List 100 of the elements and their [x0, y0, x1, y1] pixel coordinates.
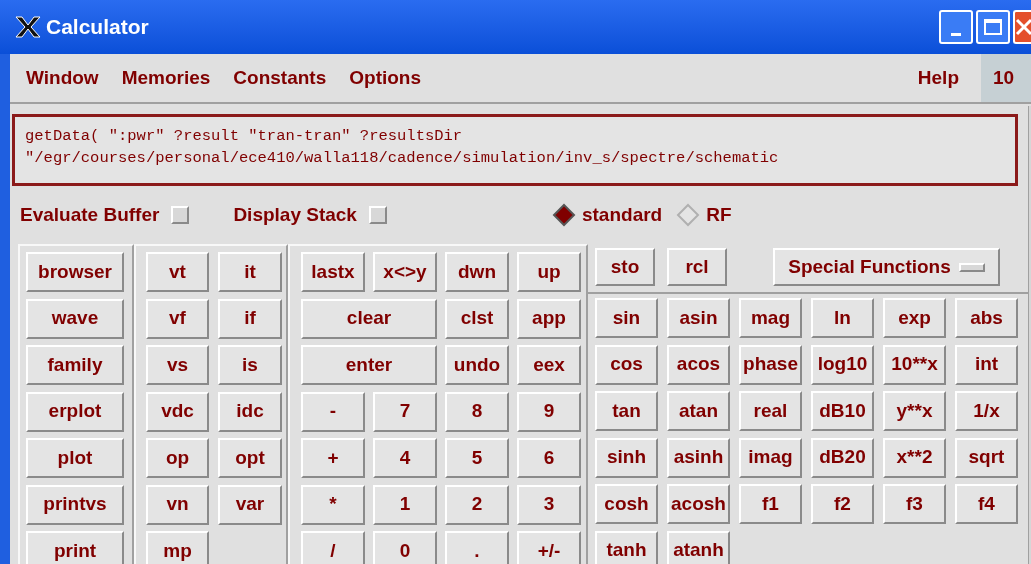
calculator-button[interactable]: enter: [301, 345, 437, 385]
calculator-button[interactable]: vf: [146, 298, 209, 339]
calculator-button[interactable]: acos: [667, 344, 730, 385]
calculator-button[interactable]: mp: [146, 531, 209, 564]
calculator-button[interactable]: printvs: [26, 484, 124, 525]
calculator-button[interactable]: print: [26, 531, 124, 564]
calculator-button[interactable]: var: [218, 484, 282, 525]
calculator-button[interactable]: y**x: [883, 391, 946, 431]
calculator-button[interactable]: vdc: [146, 391, 209, 432]
calculator-button[interactable]: undo: [445, 345, 509, 385]
calculator-button[interactable]: f3: [883, 484, 946, 524]
calculator-button[interactable]: sqrt: [955, 437, 1018, 478]
calculator-button[interactable]: eex: [517, 345, 581, 385]
calculator-button[interactable]: vn: [146, 484, 209, 525]
calculator-button[interactable]: clst: [445, 298, 509, 339]
calculator-button[interactable]: op: [146, 438, 209, 478]
calculator-button[interactable]: cos: [595, 344, 658, 385]
calculator-button[interactable]: +/-: [517, 531, 581, 564]
calculator-button[interactable]: 10**x: [883, 344, 946, 385]
calculator-button[interactable]: atan: [667, 391, 730, 431]
calculator-button[interactable]: 5: [445, 438, 509, 478]
menu-item[interactable]: Memories: [121, 63, 211, 93]
close-button[interactable]: [1013, 10, 1031, 44]
calculator-button[interactable]: opt: [218, 438, 282, 478]
calculator-button[interactable]: browser: [26, 252, 124, 292]
memory-button[interactable]: sto: [595, 248, 655, 286]
calculator-button[interactable]: 7: [373, 391, 437, 432]
calculator-button[interactable]: family: [26, 345, 124, 385]
calculator-button[interactable]: mag: [739, 298, 802, 338]
calculator-button[interactable]: *: [301, 484, 365, 525]
calculator-button[interactable]: clear: [301, 298, 437, 339]
checkbox-label: Display Stack: [233, 202, 357, 227]
calculator-button[interactable]: acosh: [667, 484, 730, 524]
calculator-button[interactable]: tanh: [595, 530, 658, 564]
minimize-button[interactable]: [939, 10, 973, 44]
calculator-button[interactable]: phase: [739, 344, 802, 385]
calculator-button[interactable]: if: [218, 298, 282, 339]
calculator-button[interactable]: f1: [739, 484, 802, 524]
calculator-button[interactable]: sinh: [595, 437, 658, 478]
calculator-button[interactable]: tan: [595, 391, 658, 431]
calculator-button[interactable]: vt: [146, 252, 209, 292]
radio-button[interactable]: [551, 203, 576, 227]
calculator-button[interactable]: dB20: [811, 437, 874, 478]
calculator-button[interactable]: atanh: [667, 530, 730, 564]
calculator-button[interactable]: +: [301, 438, 365, 478]
special-functions-dropdown[interactable]: Special Functions: [773, 248, 1000, 286]
calculator-button[interactable]: imag: [739, 437, 802, 478]
calculator-button[interactable]: x**2: [883, 437, 946, 478]
calculator-button[interactable]: /: [301, 531, 365, 564]
checkbox[interactable]: [171, 206, 190, 224]
calculator-button[interactable]: app: [517, 298, 581, 339]
calculator-button[interactable]: asinh: [667, 437, 730, 478]
calculator-button[interactable]: x<>y: [373, 252, 437, 292]
radio-button[interactable]: [676, 203, 701, 227]
calculator-button[interactable]: lastx: [301, 252, 365, 292]
memory-button[interactable]: rcl: [667, 248, 727, 286]
calculator-button[interactable]: 4: [373, 438, 437, 478]
calculator-button[interactable]: dwn: [445, 252, 509, 292]
calculator-button[interactable]: 1: [373, 484, 437, 525]
help-menu[interactable]: Help: [917, 63, 959, 93]
menu-item[interactable]: Options: [349, 63, 422, 93]
calculator-button[interactable]: f2: [811, 484, 874, 524]
calculator-button[interactable]: 8: [445, 391, 509, 432]
calculator-button[interactable]: cosh: [595, 484, 658, 524]
calculator-button[interactable]: f4: [955, 484, 1018, 524]
calculator-button[interactable]: exp: [883, 298, 946, 338]
calculator-button[interactable]: abs: [955, 298, 1018, 338]
calculator-button[interactable]: is: [218, 345, 282, 385]
checkbox[interactable]: [368, 206, 387, 224]
calculator-button[interactable]: log10: [811, 344, 874, 385]
calculator-button[interactable]: 1/x: [955, 391, 1018, 431]
x-logo-icon: [14, 15, 42, 39]
menu-item[interactable]: Window: [26, 63, 99, 93]
calculator-button[interactable]: plot: [26, 438, 124, 478]
calculator-button[interactable]: sin: [595, 298, 658, 338]
calculator-button[interactable]: 3: [517, 484, 581, 525]
calculator-button[interactable]: vs: [146, 345, 209, 385]
calculator-button[interactable]: it: [218, 252, 282, 292]
calculator-button[interactable]: idc: [218, 391, 282, 432]
calculator-button[interactable]: dB10: [811, 391, 874, 431]
calculator-button[interactable]: 0: [373, 531, 437, 564]
calculator-button[interactable]: asin: [667, 298, 730, 338]
menu-item[interactable]: Constants: [233, 63, 327, 93]
calculator-button[interactable]: int: [955, 344, 1018, 385]
radio-label: RF: [706, 202, 732, 227]
side-tab[interactable]: 10: [981, 54, 1031, 102]
calculator-button[interactable]: 6: [517, 438, 581, 478]
calculator-button[interactable]: 9: [517, 391, 581, 432]
expression-display[interactable]: getData( ":pwr" ?result "tran-tran" ?resultsDir "/egr/courses/personal/ece410/walla118/cadence/simulation/inv_s/spectre/schematic: [12, 114, 1018, 186]
calculator-button[interactable]: erplot: [26, 391, 124, 432]
calculator-button[interactable]: up: [517, 252, 581, 292]
calculator-button[interactable]: real: [739, 391, 802, 431]
calculator-button[interactable]: 2: [445, 484, 509, 525]
calculator-button[interactable]: ln: [811, 298, 874, 338]
calculator-button[interactable]: .: [445, 531, 509, 564]
calculator-button[interactable]: -: [301, 391, 365, 432]
calculator-button[interactable]: wave: [26, 298, 124, 339]
window-title: Calculator: [46, 14, 149, 41]
radio-label: standard: [581, 202, 663, 227]
maximize-button[interactable]: [976, 10, 1010, 44]
